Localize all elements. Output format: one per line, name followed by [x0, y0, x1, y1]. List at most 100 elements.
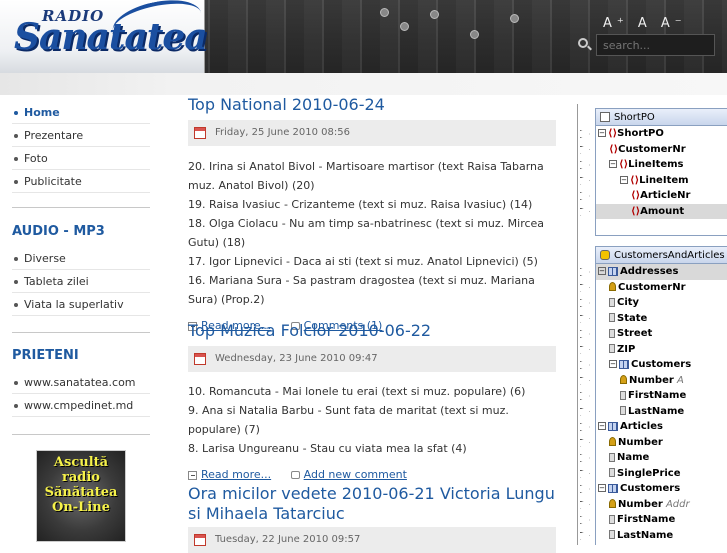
tree-node-label: ArticleNr — [640, 190, 691, 201]
collapse-icon[interactable]: − — [598, 484, 606, 492]
tree-node: Number Addr — [580, 497, 727, 513]
audio-item-tableta-zilei[interactable]: Tableta zilei — [12, 270, 150, 293]
panel-title-label: CustomersAndArticles — [614, 250, 725, 261]
font-size-tools[interactable]: A⁺ A A⁻ — [603, 16, 687, 31]
menu-item-home[interactable]: Home — [12, 101, 150, 124]
menu-item-label: Viata la superlativ — [24, 298, 124, 311]
tree-node-label: Customers — [631, 359, 692, 370]
search-input[interactable] — [596, 34, 715, 56]
menu-item-label: www.cmpedinet.md — [24, 399, 134, 412]
banner-line: radio — [62, 470, 100, 485]
field-icon — [609, 530, 615, 539]
connector-arrow-icon — [580, 192, 590, 200]
connector-arrow-icon — [580, 176, 590, 185]
read-more-link[interactable]: Read more... — [201, 468, 271, 481]
tree-node: ZIP — [580, 342, 727, 358]
field-icon — [609, 452, 615, 462]
tree-node: ⟨⟩CustomerNr — [580, 142, 727, 158]
tree-node: FirstName — [580, 512, 727, 528]
tree-node-label: Street — [617, 328, 653, 339]
database-icon — [600, 250, 610, 260]
main-content: Top National 2010-06-24 Friday, 25 June … — [188, 95, 556, 553]
article-title[interactable]: Top National 2010-06-24 — [188, 95, 556, 115]
divider — [12, 207, 150, 208]
connector-arrow-icon — [580, 500, 590, 509]
xml-element-icon: ⟨⟩ — [608, 128, 618, 139]
collapse-icon[interactable]: − — [598, 267, 606, 275]
banner-line: On-Line — [52, 500, 110, 515]
site-header: RADIO Sanatatea A⁺ A A⁻ — [0, 0, 727, 73]
friend-link-cmpedinet[interactable]: www.cmpedinet.md — [12, 394, 150, 417]
audio-item-diverse[interactable]: Diverse — [12, 247, 150, 270]
collapse-icon[interactable]: − — [598, 422, 606, 430]
connector-arrow-icon — [580, 438, 590, 447]
connector-arrow-icon — [580, 531, 590, 540]
collapse-icon[interactable]: − — [609, 360, 617, 368]
add-comment-link[interactable]: Add new comment — [304, 468, 407, 481]
friends-menu: www.sanatatea.com www.cmpedinet.md — [12, 371, 150, 417]
menu-item-publicitate[interactable]: Publicitate — [12, 170, 150, 193]
tree-node-label: LastName — [617, 529, 674, 541]
audio-heading: AUDIO - MP3 — [12, 224, 105, 239]
menu-item-label: Prezentare — [24, 129, 84, 142]
tree-node-label: Addresses — [620, 266, 679, 277]
field-icon — [609, 328, 615, 338]
article-line: 10. Romancuta - Mai lonele tu erai (text… — [188, 385, 526, 398]
panel-title: ShortPO — [596, 109, 727, 126]
collapse-icon[interactable]: − — [620, 175, 628, 184]
shortpo-panel: ShortPO − ⟨⟩ShortPO ⟨⟩CustomerNr − ⟨⟩LineIte… — [580, 108, 727, 236]
connector-arrow-icon — [580, 145, 590, 154]
tree-node-label: FirstName — [628, 390, 687, 401]
database-tree: − Addresses CustomerNr City State Street ZIP − C… — [580, 264, 727, 543]
article-links: Read more... Add new comment — [188, 468, 556, 482]
tree-node-label: State — [617, 312, 648, 324]
divider — [12, 434, 150, 435]
table-icon — [608, 266, 618, 276]
connector-arrow-icon — [580, 392, 590, 400]
friend-link-sanatatea[interactable]: www.sanatatea.com — [12, 371, 150, 394]
listen-online-banner[interactable]: Ascultă radio Sănătatea On-Line — [36, 450, 126, 542]
xml-element-icon: ⟨⟩ — [630, 174, 640, 186]
bullet-icon — [14, 257, 18, 261]
xml-element-icon: ⟨⟩ — [609, 143, 619, 155]
article-date: Tuesday, 22 June 2010 09:57 — [215, 534, 361, 545]
article-line: 19. Raisa Ivasiuc - Crizanteme (text si … — [188, 198, 533, 211]
tree-node: − ⟨⟩ShortPO — [580, 126, 727, 142]
audio-item-viata-la-superlativ[interactable]: Viata la superlativ — [12, 293, 150, 316]
tree-node-note: A — [673, 374, 684, 386]
read-more-icon — [188, 470, 197, 480]
collapse-icon[interactable]: − — [609, 160, 617, 168]
connector-arrow-icon — [580, 516, 590, 524]
site-logo[interactable]: RADIO Sanatatea — [0, 0, 208, 73]
friends-heading: PRIETENI — [12, 348, 79, 363]
xml-element-icon: ⟨⟩ — [619, 159, 629, 170]
tree-node: Number — [580, 435, 727, 451]
connector-arrow-icon — [580, 345, 590, 354]
tree-node: − ⟨⟩LineItem — [580, 173, 727, 189]
menu-item-label: Foto — [24, 152, 48, 165]
tree-node: LastName — [580, 404, 727, 420]
field-icon — [609, 468, 615, 477]
tree-node-label: Articles — [620, 421, 663, 432]
connector-arrow-icon — [580, 314, 590, 323]
tree-node: FirstName — [580, 388, 727, 404]
menu-item-foto[interactable]: Foto — [12, 147, 150, 170]
tree-node: − Articles — [580, 419, 727, 435]
menu-item-prezentare[interactable]: Prezentare — [12, 124, 150, 147]
connector-arrow-icon — [580, 423, 590, 431]
article: Top Muzica Folclor 2010-06-22 Wednesday,… — [188, 321, 556, 482]
article-title[interactable]: Top Muzica Folclor 2010-06-22 — [188, 321, 556, 341]
tree-node: − ⟨⟩LineItems — [580, 157, 727, 173]
audio-menu: Diverse Tableta zilei Viata la superlati… — [12, 247, 150, 316]
tree-node-label: Customers — [620, 483, 681, 494]
collapse-icon[interactable]: − — [598, 129, 606, 137]
connector-arrow-icon — [580, 485, 590, 493]
tree-node: ⟨⟩Amount — [580, 203, 727, 219]
field-icon — [609, 297, 615, 307]
banner-line: Sănătatea — [44, 485, 118, 500]
tree-node: Street — [580, 326, 727, 342]
article-title[interactable]: Ora micilor vedete 2010-06-21 Victoria L… — [188, 484, 556, 524]
calendar-icon — [194, 534, 206, 546]
bullet-icon — [14, 303, 18, 307]
field-icon — [620, 406, 626, 415]
